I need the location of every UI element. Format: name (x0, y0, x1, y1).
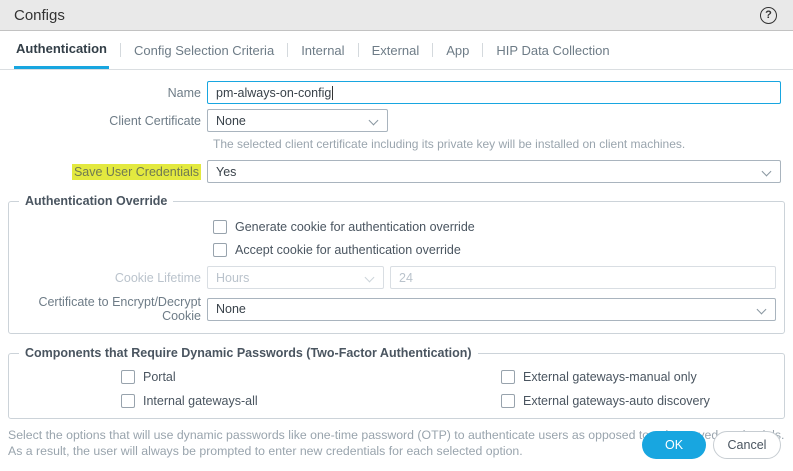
dynamic-passwords-group: Components that Require Dynamic Password… (8, 346, 785, 419)
ok-button[interactable]: OK (642, 431, 706, 459)
client-certificate-row: Client Certificate None (0, 109, 793, 132)
tab-separator (432, 43, 433, 57)
dynamic-passwords-legend: Components that Require Dynamic Password… (19, 346, 478, 360)
chevron-down-icon (369, 116, 379, 126)
tab-separator (287, 43, 288, 57)
tab-hip-data-collection[interactable]: HIP Data Collection (494, 31, 611, 69)
tab-separator (120, 43, 121, 57)
name-label: Name (0, 86, 207, 100)
portal-checkbox[interactable] (121, 370, 135, 384)
chevron-down-icon (762, 167, 772, 177)
certificate-cookie-select[interactable]: None (207, 298, 776, 321)
save-user-credentials-select[interactable]: Yes (207, 160, 781, 183)
form-content: Name pm-always-on-config Client Certific… (0, 70, 793, 459)
accept-cookie-checkbox[interactable] (213, 243, 227, 257)
dynamic-passwords-grid: Portal External gateways-manual only Int… (121, 370, 780, 408)
external-gateways-manual-row: External gateways-manual only (501, 370, 780, 384)
external-gateways-manual-label: External gateways-manual only (523, 370, 697, 384)
external-gateways-auto-row: External gateways-auto discovery (501, 394, 780, 408)
save-user-credentials-row: Save User Credentials Yes (0, 160, 793, 183)
help-icon[interactable]: ? (760, 7, 777, 24)
cookie-lifetime-row: Cookie Lifetime Hours 24 (9, 266, 780, 289)
tab-internal[interactable]: Internal (299, 31, 346, 69)
cancel-button[interactable]: Cancel (713, 431, 781, 459)
dialog-footer: OK Cancel (642, 431, 781, 459)
dialog-header: Configs ? (0, 0, 793, 31)
generate-cookie-row: Generate cookie for authentication overr… (213, 220, 780, 234)
name-input-value: pm-always-on-config (216, 86, 331, 100)
save-user-credentials-value: Yes (216, 165, 236, 179)
tab-app[interactable]: App (444, 31, 471, 69)
text-caret (332, 86, 333, 100)
cookie-lifetime-input: 24 (390, 266, 776, 289)
tab-external[interactable]: External (370, 31, 422, 69)
external-gateways-auto-checkbox[interactable] (501, 394, 515, 408)
generate-cookie-checkbox[interactable] (213, 220, 227, 234)
tab-separator (358, 43, 359, 57)
external-gateways-manual-checkbox[interactable] (501, 370, 515, 384)
external-gateways-auto-label: External gateways-auto discovery (523, 394, 710, 408)
name-input[interactable]: pm-always-on-config (207, 81, 781, 104)
tab-bar: Authentication Config Selection Criteria… (0, 31, 793, 70)
internal-gateways-all-row: Internal gateways-all (121, 394, 501, 408)
generate-cookie-label: Generate cookie for authentication overr… (235, 220, 475, 234)
authentication-override-group: Authentication Override Generate cookie … (8, 194, 785, 334)
client-certificate-select[interactable]: None (207, 109, 388, 132)
chevron-down-icon (365, 273, 375, 283)
cookie-lifetime-unit-select: Hours (207, 266, 384, 289)
save-user-credentials-label: Save User Credentials (0, 165, 207, 179)
configs-dialog: Configs ? Authentication Config Selectio… (0, 0, 793, 471)
certificate-cookie-label: Certificate to Encrypt/Decrypt Cookie (9, 295, 207, 323)
portal-label: Portal (143, 370, 176, 384)
tab-authentication[interactable]: Authentication (14, 31, 109, 69)
internal-gateways-all-checkbox[interactable] (121, 394, 135, 408)
cookie-lifetime-unit-value: Hours (216, 271, 249, 285)
cookie-lifetime-label: Cookie Lifetime (9, 271, 207, 285)
certificate-cookie-value: None (216, 302, 246, 316)
client-certificate-help: The selected client certificate includin… (213, 137, 781, 151)
dialog-title: Configs (14, 7, 65, 24)
name-row: Name pm-always-on-config (0, 81, 793, 104)
client-certificate-label: Client Certificate (0, 114, 207, 128)
accept-cookie-label: Accept cookie for authentication overrid… (235, 243, 461, 257)
certificate-cookie-row: Certificate to Encrypt/Decrypt Cookie No… (9, 295, 780, 323)
client-certificate-value: None (216, 114, 246, 128)
portal-row: Portal (121, 370, 501, 384)
authentication-override-legend: Authentication Override (19, 194, 173, 208)
internal-gateways-all-label: Internal gateways-all (143, 394, 258, 408)
search-highlight: Save User Credentials (72, 164, 201, 180)
cookie-lifetime-value: 24 (399, 271, 413, 285)
tab-separator (482, 43, 483, 57)
tab-config-selection-criteria[interactable]: Config Selection Criteria (132, 31, 276, 69)
accept-cookie-row: Accept cookie for authentication overrid… (213, 243, 780, 257)
chevron-down-icon (757, 304, 767, 314)
